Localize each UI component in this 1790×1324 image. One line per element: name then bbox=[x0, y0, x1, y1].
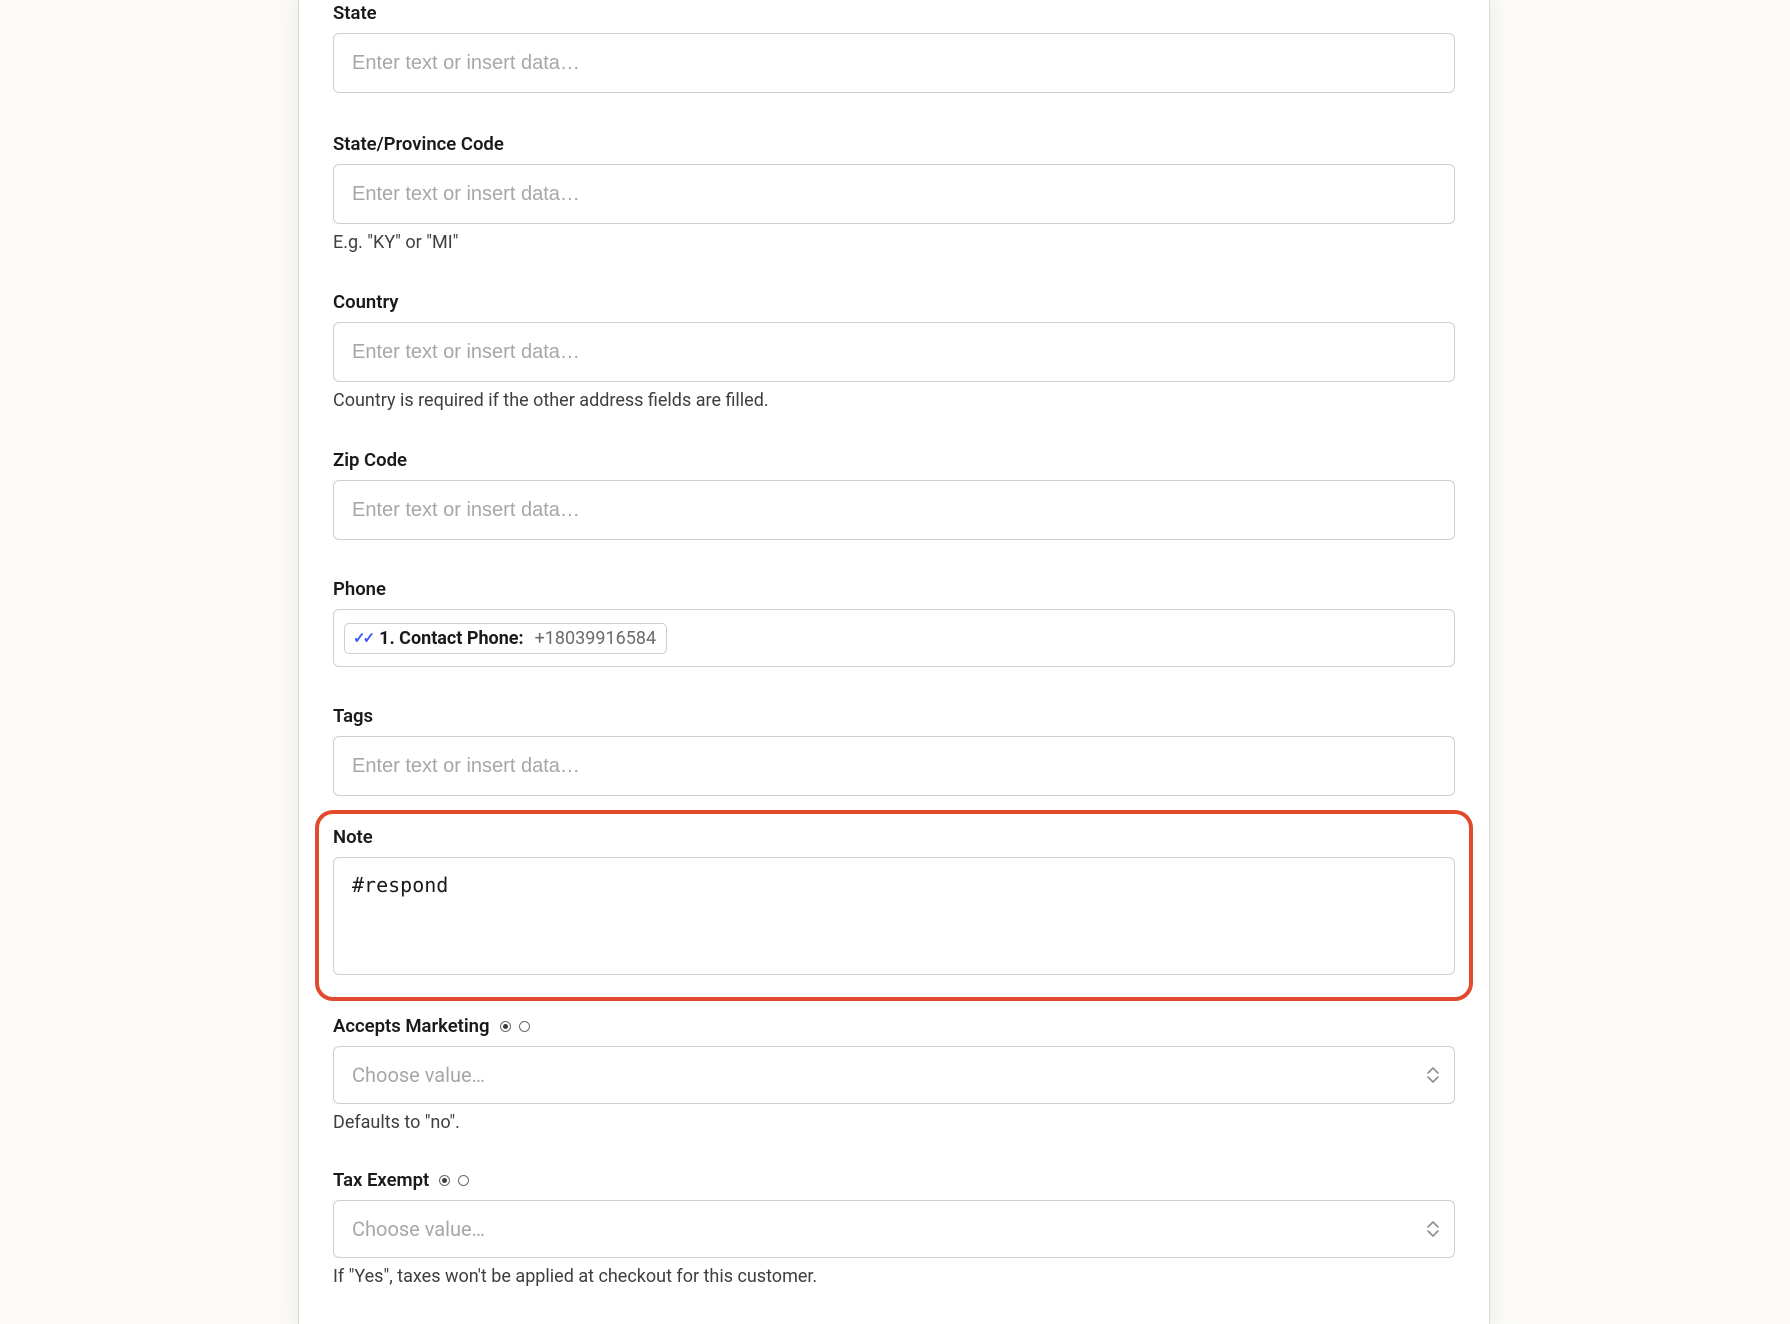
form-panel: State State/Province Code E.g. "KY" or "… bbox=[298, 0, 1490, 1324]
state-label: State bbox=[333, 2, 1455, 24]
state-input[interactable] bbox=[333, 33, 1455, 93]
tax-exempt-label: Tax Exempt bbox=[333, 1169, 1455, 1191]
state-code-help: E.g. "KY" or "MI" bbox=[333, 232, 1455, 253]
phone-field: Phone ✓✓ 1. Contact Phone: +18039916584 bbox=[333, 578, 1455, 667]
phone-pill-value: +18039916584 bbox=[535, 628, 657, 649]
tax-exempt-select[interactable]: Choose value… bbox=[333, 1200, 1455, 1258]
chevron-up-down-icon bbox=[1427, 1221, 1439, 1237]
accepts-marketing-label-text: Accepts Marketing bbox=[333, 1015, 490, 1037]
tax-exempt-radios bbox=[439, 1175, 469, 1186]
data-mapping-icon: ✓✓ bbox=[353, 629, 372, 647]
tax-exempt-label-text: Tax Exempt bbox=[333, 1169, 429, 1191]
tags-field: Tags bbox=[333, 705, 1455, 796]
accepts-marketing-select[interactable]: Choose value… bbox=[333, 1046, 1455, 1104]
phone-input[interactable]: ✓✓ 1. Contact Phone: +18039916584 bbox=[333, 609, 1455, 667]
country-help: Country is required if the other address… bbox=[333, 390, 1455, 411]
accepts-marketing-select-value: Choose value… bbox=[333, 1046, 1455, 1104]
chevron-up-down-icon bbox=[1427, 1067, 1439, 1083]
note-input[interactable] bbox=[333, 857, 1455, 975]
state-field: State bbox=[333, 2, 1455, 93]
tax-exempt-field: Tax Exempt Choose value… If "Yes", taxes… bbox=[333, 1169, 1455, 1287]
radio-unselected-icon[interactable] bbox=[458, 1175, 469, 1186]
phone-pill-prefix: 1. Contact Phone: bbox=[379, 628, 523, 649]
state-code-input[interactable] bbox=[333, 164, 1455, 224]
accepts-marketing-field: Accepts Marketing Choose value… Defaults… bbox=[333, 1015, 1455, 1133]
note-label: Note bbox=[333, 826, 1455, 848]
accepts-marketing-label: Accepts Marketing bbox=[333, 1015, 1455, 1037]
zip-input[interactable] bbox=[333, 480, 1455, 540]
tags-label: Tags bbox=[333, 705, 1455, 727]
zip-field: Zip Code bbox=[333, 449, 1455, 540]
country-input[interactable] bbox=[333, 322, 1455, 382]
phone-label: Phone bbox=[333, 578, 1455, 600]
tax-exempt-select-value: Choose value… bbox=[333, 1200, 1455, 1258]
country-field: Country Country is required if the other… bbox=[333, 291, 1455, 411]
tax-exempt-help: If "Yes", taxes won't be applied at chec… bbox=[333, 1266, 1455, 1287]
accepts-marketing-help: Defaults to "no". bbox=[333, 1112, 1455, 1133]
accepts-marketing-radios bbox=[500, 1021, 530, 1032]
state-code-field: State/Province Code E.g. "KY" or "MI" bbox=[333, 133, 1455, 253]
note-highlight: Note bbox=[315, 810, 1473, 1001]
radio-selected-icon[interactable] bbox=[439, 1175, 450, 1186]
country-label: Country bbox=[333, 291, 1455, 313]
tags-input[interactable] bbox=[333, 736, 1455, 796]
zip-label: Zip Code bbox=[333, 449, 1455, 471]
phone-data-pill[interactable]: ✓✓ 1. Contact Phone: +18039916584 bbox=[344, 623, 667, 654]
state-code-label: State/Province Code bbox=[333, 133, 1455, 155]
radio-selected-icon[interactable] bbox=[500, 1021, 511, 1032]
radio-unselected-icon[interactable] bbox=[519, 1021, 530, 1032]
